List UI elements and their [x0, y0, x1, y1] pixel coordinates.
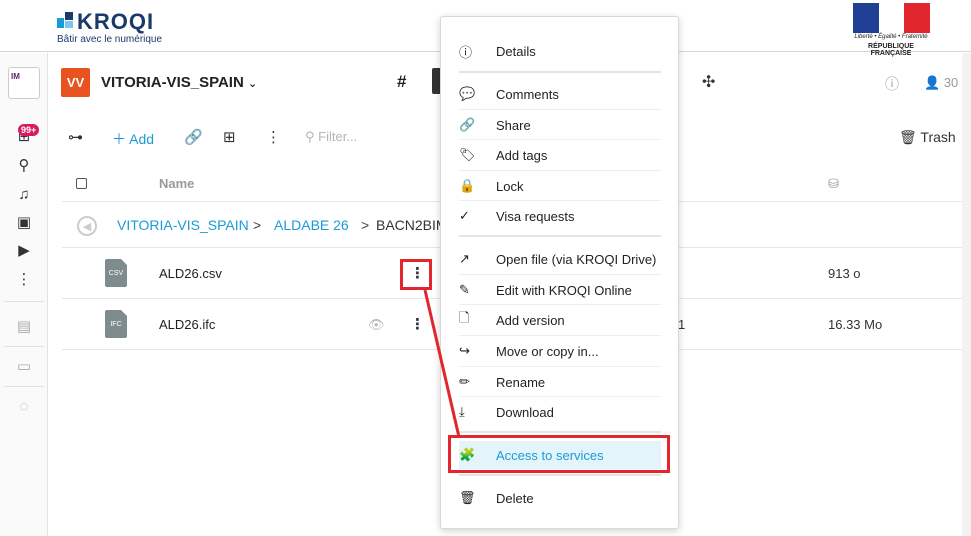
- annotation-connector: [423, 289, 461, 438]
